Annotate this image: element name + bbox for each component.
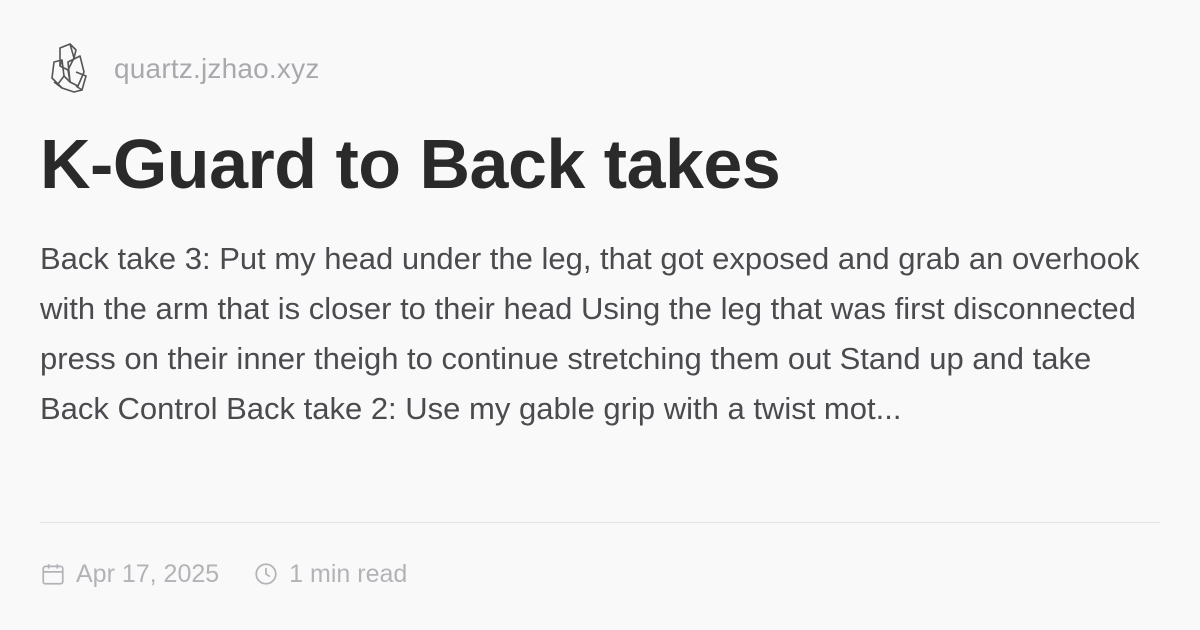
- reading-time-meta: 1 min read: [253, 560, 407, 589]
- calendar-icon: [42, 564, 64, 585]
- crystal-cluster-logo-icon: [51, 43, 87, 93]
- page-meta: Apr 17, 2025 1 min read: [40, 556, 441, 592]
- page-excerpt: Back take 3: Put my head under the leg, …: [40, 241, 1140, 426]
- site-header: quartz.jzhao.xyz: [46, 40, 320, 98]
- reading-time: 1 min read: [289, 559, 408, 588]
- social-preview-card: quartz.jzhao.xyz K-Guard to Back takes B…: [0, 0, 1200, 630]
- divider: [40, 522, 1160, 523]
- page-title: K-Guard to Back takes: [40, 125, 781, 203]
- date-meta: Apr 17, 2025: [40, 560, 219, 589]
- site-name[interactable]: quartz.jzhao.xyz: [114, 53, 320, 85]
- publish-date: Apr 17, 2025: [76, 559, 220, 588]
- clock-icon: [255, 563, 277, 585]
